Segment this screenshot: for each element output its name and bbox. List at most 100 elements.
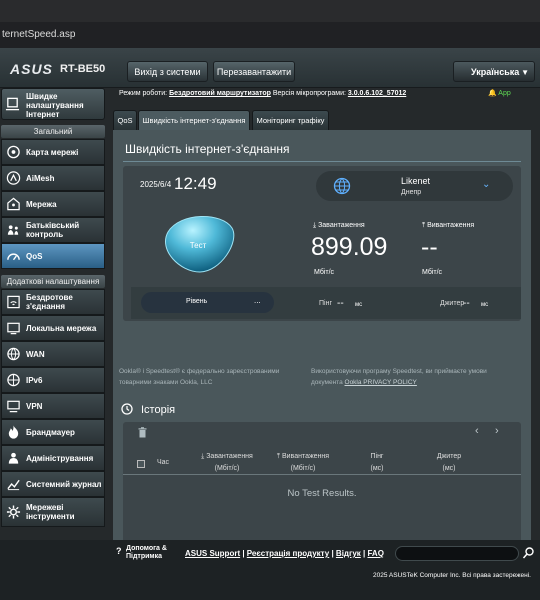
language-select[interactable]: Українська ▼ <box>453 61 535 82</box>
admin-icon <box>8 452 19 464</box>
asus-support-link[interactable]: ASUS Support <box>185 549 240 558</box>
vpn-icon <box>7 400 20 413</box>
ookla-trademark-note: Ookla® і Speedtest® є федерально зареєст… <box>119 366 279 388</box>
quick-setup-icon <box>5 97 20 111</box>
sidebar-item-label: Бездротове з'єднання <box>26 293 73 311</box>
isp-name: Likenet <box>401 176 431 186</box>
footer-search-input[interactable] <box>395 546 519 561</box>
sidebar-quick-setup[interactable]: Швидке налаштування Інтернет <box>1 88 105 120</box>
network-tools-icon <box>6 505 21 519</box>
isp-selector[interactable]: Likenet Днепр ⌄ <box>316 171 513 201</box>
app-link[interactable]: 🔔 App <box>488 89 511 97</box>
sidebar: Швидке налаштування Інтернет Загальний К… <box>0 88 105 540</box>
sidebar-item-syslog[interactable]: Системний журнал <box>1 471 105 497</box>
select-all-checkbox[interactable] <box>137 460 145 468</box>
isp-city: Днепр <box>401 189 422 196</box>
download-unit: Мбіт/с <box>314 269 335 276</box>
feedback-link[interactable]: Відгук <box>336 549 361 558</box>
column-upload-label: ⤒ Вивантаження <box>268 451 338 463</box>
tab-qos[interactable]: QoS <box>113 110 137 130</box>
question-icon: ? <box>116 546 122 556</box>
jitter-label: Джитер <box>440 300 465 307</box>
trademark-line-1: Ookla® і Speedtest® є федерально зареєст… <box>119 368 280 375</box>
sidebar-item-firewall[interactable]: Брандмауер <box>1 419 105 445</box>
trash-icon[interactable] <box>138 427 147 438</box>
sidebar-item-label: WAN <box>26 349 45 359</box>
operation-mode-line: Режим роботи: Бездротовий маршрутизатор … <box>119 90 406 97</box>
sidebar-item-parental-control[interactable]: Батьківський контроль <box>1 217 105 243</box>
sidebar-item-label: VPN <box>26 401 43 411</box>
globe-icon <box>333 177 351 195</box>
history-empty-text: No Test Results. <box>287 488 357 499</box>
footer-links: ASUS Support | Реєстрація продукту | Від… <box>185 549 384 558</box>
tab-internet-speed[interactable]: Швидкість інтернет-з'єднання <box>138 110 250 130</box>
help-support-link[interactable]: ? Допомога & Підтримка <box>116 545 167 561</box>
sidebar-item-aimesh[interactable]: AiMesh <box>1 165 105 191</box>
sidebar-item-label: Системний журнал <box>26 479 102 489</box>
ping-value: -- <box>337 298 344 309</box>
column-jitter: Джитер (мс) <box>427 451 471 475</box>
column-jitter-label: Джитер <box>436 453 462 460</box>
aimesh-icon <box>6 171 21 185</box>
level-label: Рівень <box>186 298 208 305</box>
title-divider <box>123 161 521 162</box>
upload-value: -- <box>421 233 438 261</box>
notification-icon: 🔔 <box>488 90 497 97</box>
router-page: ASUS RT-BE50 Вихід з системи Перезаванта… <box>0 48 540 600</box>
browser-url-bar[interactable]: ternetSpeed.asp <box>0 22 540 48</box>
column-upload: ⤒ Вивантаження (Мбіт/с) <box>268 451 338 475</box>
sidebar-item-label: Брандмауер <box>26 427 75 437</box>
firewall-icon <box>8 425 19 439</box>
sidebar-item-ipv6[interactable]: IPv6 <box>1 367 105 393</box>
column-ping-unit: (мс) <box>370 465 384 472</box>
help-line-2: Підтримка <box>126 553 163 560</box>
level-bar: Рівень ... Пінг -- мс Джитер -- мс <box>131 287 521 319</box>
mode-link[interactable]: Бездротовий маршрутизатор <box>169 90 271 97</box>
column-time: Час <box>153 457 173 469</box>
history-title: Історія <box>141 404 176 416</box>
sidebar-item-network-map[interactable]: Карта мережі <box>1 139 105 165</box>
sidebar-item-vpn[interactable]: VPN <box>1 393 105 419</box>
sidebar-item-lan[interactable]: Локальна мережа <box>1 315 105 341</box>
firmware-link[interactable]: 3.0.0.6.102_57012 <box>348 90 406 97</box>
sidebar-item-admin[interactable]: Адміністрування <box>1 445 105 471</box>
test-button-label: Тест <box>190 241 207 250</box>
faq-link[interactable]: FAQ <box>367 549 383 558</box>
sidebar-item-network-tools[interactable]: Мережеві інструменти <box>1 497 105 527</box>
sidebar-item-wan[interactable]: WAN <box>1 341 105 367</box>
history-card: ‹ › Час ⤓ Завантаження (Мбіт/с) ⤒ Вивант… <box>123 422 521 540</box>
browser-tab-bar <box>0 0 540 22</box>
ping-label: Пінг <box>319 300 333 307</box>
sidebar-item-label: Карта мережі <box>26 147 79 157</box>
privacy-line-2: документа Ookla PRIVACY POLICY <box>311 377 487 388</box>
product-registration-link[interactable]: Реєстрація продукту <box>247 549 329 558</box>
column-download: ⤓ Завантаження (Мбіт/с) <box>191 451 263 475</box>
upload-arrow-icon: ⤒ <box>422 222 426 229</box>
history-icon <box>121 403 133 415</box>
ipv6-icon <box>7 373 20 387</box>
chevron-down-icon: ▼ <box>521 68 529 77</box>
wireless-icon <box>7 295 20 309</box>
footer: ? Допомога & Підтримка ASUS Support | Ре… <box>0 540 540 600</box>
firmware-prefix: Версія мікропрограми: <box>272 90 346 97</box>
model-name: RT-BE50 <box>60 63 106 75</box>
sidebar-advanced-header: Додаткові налаштування <box>1 275 105 288</box>
test-date: 2025/6/4 <box>140 180 172 189</box>
prev-page-icon[interactable]: ‹ <box>475 425 479 437</box>
parental-control-icon <box>7 225 19 235</box>
level-selector[interactable]: Рівень ... <box>141 292 274 313</box>
search-icon[interactable] <box>522 546 535 560</box>
sidebar-item-label: Мережеві інструменти <box>26 503 75 521</box>
sidebar-item-network[interactable]: Мережа <box>1 191 105 217</box>
test-button[interactable]: Тест <box>160 214 238 274</box>
privacy-line-2-text: документа <box>311 379 343 386</box>
lan-icon <box>7 322 20 335</box>
download-arrow-icon: ⤓ <box>313 222 317 229</box>
privacy-policy-link[interactable]: Ookla PRIVACY POLICY <box>345 379 417 386</box>
next-page-icon[interactable]: › <box>495 425 499 437</box>
sidebar-item-wireless[interactable]: Бездротове з'єднання <box>1 289 105 315</box>
logout-button[interactable]: Вихід з системи <box>127 61 208 82</box>
tab-traffic-monitor[interactable]: Моніторинг трафіку <box>252 110 329 130</box>
sidebar-item-qos[interactable]: QoS <box>1 243 105 269</box>
reboot-button[interactable]: Перезавантажити <box>213 61 295 82</box>
